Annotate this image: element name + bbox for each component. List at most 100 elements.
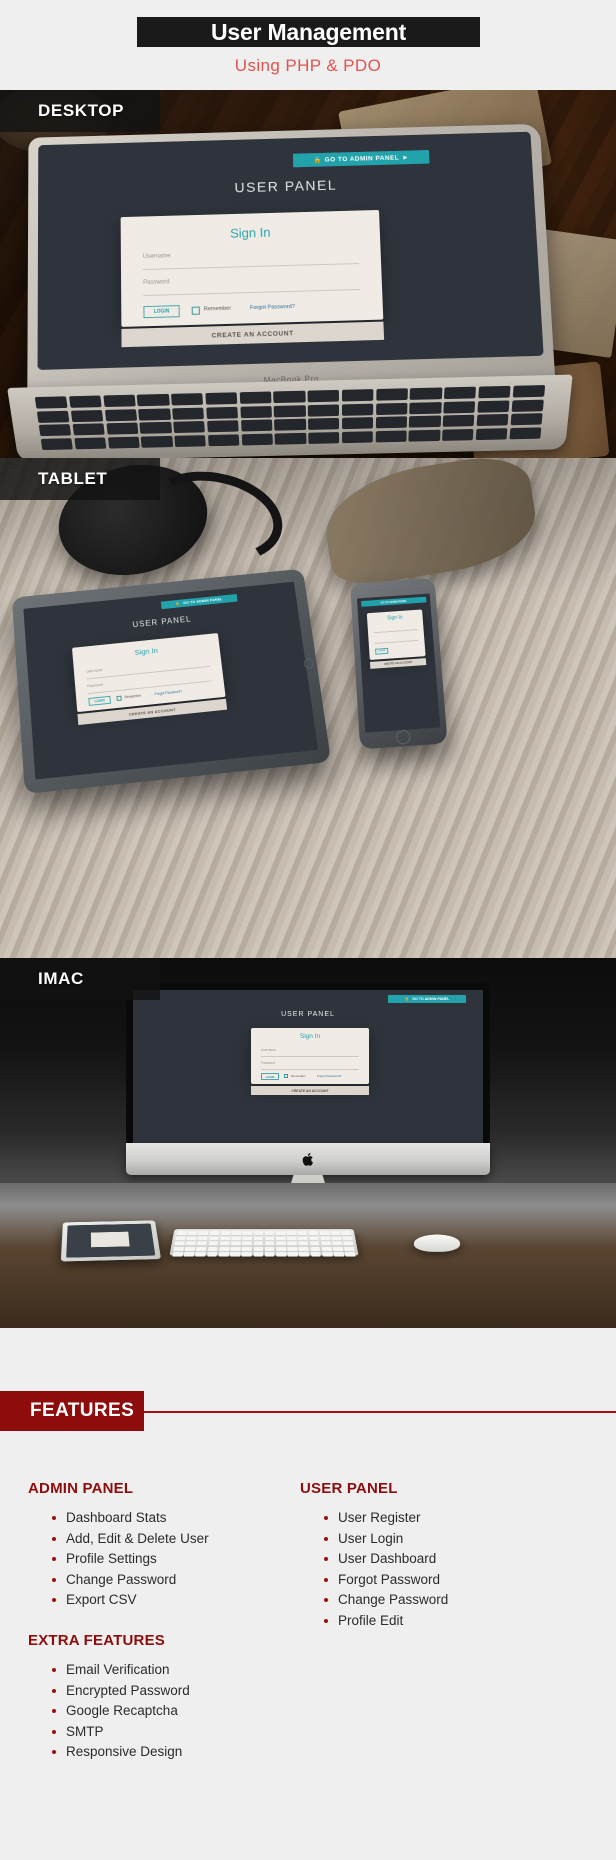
create-account-button-imac[interactable]: CREATE AN ACCOUNT	[251, 1086, 369, 1095]
features-header: FEATURES	[0, 1391, 616, 1431]
list-item: Add, Edit & Delete User	[52, 1529, 298, 1550]
list-item: Profile Edit	[324, 1611, 590, 1632]
login-button[interactable]: LOGIN	[143, 305, 180, 319]
features-divider-line	[144, 1411, 616, 1413]
username-label: Username	[142, 253, 171, 261]
tablet-mockup-scene: 🔒 GO TO ADMIN PANEL USER PANEL Sign In U…	[0, 458, 616, 958]
macbook-lid: 🔒 GO TO ADMIN PANEL ► USER PANEL Sign In…	[27, 123, 556, 406]
go-to-admin-panel-button-imac[interactable]: 🔒 GO TO ADMIN PANEL	[388, 995, 466, 1003]
feature-group-title: EXTRA FEATURES	[28, 1632, 165, 1649]
apple-keyboard-prop	[169, 1229, 359, 1257]
list-item: User Register	[324, 1508, 590, 1529]
page-subtitle: Using PHP & PDO	[234, 56, 382, 75]
forgot-password-link[interactable]: Forgot Password?	[154, 689, 182, 696]
forgot-password-link[interactable]: Forgot Password?	[250, 304, 295, 311]
forgot-password-link[interactable]: Forgot Password?	[317, 1074, 341, 1078]
imac-mockup-scene-top: IMAC 🔒 GO TO ADMIN PANEL USER PANEL Sign…	[0, 958, 616, 1183]
macbook-screen: 🔒 GO TO ADMIN PANEL ► USER PANEL Sign In…	[37, 131, 544, 370]
page-title: User Management	[210, 18, 407, 45]
username-field-group-imac[interactable]: Username	[261, 1048, 359, 1057]
imac-screen: 🔒 GO TO ADMIN PANEL USER PANEL Sign In U…	[133, 990, 483, 1143]
app-screen-imac: 🔒 GO TO ADMIN PANEL USER PANEL Sign In U…	[133, 990, 483, 1143]
imac-stand-neck	[275, 1175, 341, 1183]
username-input-underline-phone[interactable]	[373, 629, 418, 634]
admin-button-label: GO TO ADMIN PANEL	[324, 154, 400, 164]
admin-button-label: GO TO ADMIN PANEL	[380, 599, 407, 605]
username-input-underline[interactable]	[143, 263, 360, 271]
list-item: Google Recaptcha	[52, 1701, 318, 1722]
list-item: Export CSV	[52, 1590, 298, 1611]
lock-icon: 🔒	[175, 601, 181, 606]
ipad-mockup: 🔒 GO TO ADMIN PANEL USER PANEL Sign In U…	[11, 568, 332, 795]
login-button-tablet[interactable]: LOGIN	[88, 695, 112, 706]
username-input-underline[interactable]	[261, 1056, 359, 1057]
list-item: Forgot Password	[324, 1570, 590, 1591]
desk-tablet-prop	[60, 1220, 162, 1262]
list-item: Email Verification	[52, 1660, 318, 1681]
sign-in-heading: Sign In	[229, 224, 271, 241]
infographic-page: User Management Using PHP & PDO 🔒 GO TO …	[0, 0, 616, 1860]
lock-icon: 🔒	[313, 156, 322, 164]
password-field-group[interactable]: Password	[143, 274, 361, 297]
features-section: FEATURES ADMIN PANEL Dashboard Stats Add…	[0, 1328, 616, 1860]
sign-in-heading-phone: Sign In	[386, 614, 403, 622]
go-to-admin-panel-button-tablet[interactable]: 🔒 GO TO ADMIN PANEL	[160, 594, 238, 610]
section-label-tablet-text: TABLET	[38, 469, 108, 488]
login-button-imac[interactable]: LOGIN	[261, 1073, 279, 1080]
login-button-phone[interactable]: LOGIN	[375, 647, 389, 655]
remember-label: Remember	[291, 1074, 306, 1078]
list-item: Change Password	[52, 1570, 298, 1591]
feature-group-extra-features: EXTRA FEATURES Email Verification Encryp…	[28, 1632, 318, 1763]
sign-in-card-imac: Sign In Username Password LOGIN Remember…	[251, 1028, 369, 1084]
imac-mockup: 🔒 GO TO ADMIN PANEL USER PANEL Sign In U…	[126, 983, 490, 1183]
driftwood-prop	[317, 458, 543, 590]
feature-group-user-panel: USER PANEL User Register User Login User…	[300, 1480, 590, 1631]
remember-label: Remember	[203, 305, 232, 313]
username-label: Username	[261, 1048, 276, 1052]
remember-checkbox-imac[interactable]	[284, 1074, 288, 1078]
ipad-screen: 🔒 GO TO ADMIN PANEL USER PANEL Sign In U…	[23, 581, 319, 780]
macbook-mockup: 🔒 GO TO ADMIN PANEL ► USER PANEL Sign In…	[7, 123, 573, 458]
imac-mockup-scene-desk	[0, 1183, 616, 1328]
lock-icon: 🔒	[404, 997, 410, 1001]
desktop-mockup-scene: 🔒 GO TO ADMIN PANEL ► USER PANEL Sign In…	[0, 90, 616, 458]
user-panel-title: USER PANEL	[234, 176, 338, 196]
features-badge: FEATURES	[0, 1391, 144, 1431]
imac-chin	[126, 1143, 490, 1175]
iphone-home-button[interactable]	[395, 729, 411, 745]
title-band: User Management	[137, 17, 480, 47]
apple-logo-icon	[302, 1152, 313, 1166]
feature-group-title: USER PANEL	[300, 1480, 398, 1497]
go-to-admin-panel-button-phone[interactable]: GO TO ADMIN PANEL	[361, 596, 427, 607]
password-input-underline[interactable]	[143, 288, 361, 297]
list-item: Change Password	[324, 1590, 590, 1611]
section-label-tablet: TABLET	[0, 458, 160, 500]
list-item: Encrypted Password	[52, 1681, 318, 1702]
sign-in-card: Sign In Username Password LOGIN Remember…	[120, 209, 384, 327]
iphone-screen: GO TO ADMIN PANEL USER PANEL Sign In LOG…	[356, 593, 441, 733]
imac-bezel: 🔒 GO TO ADMIN PANEL USER PANEL Sign In U…	[126, 983, 490, 1143]
user-panel-title-imac: USER PANEL	[281, 1011, 335, 1018]
password-input-underline[interactable]	[261, 1069, 359, 1070]
admin-button-label: GO TO ADMIN PANEL	[412, 997, 450, 1001]
ipad-home-button[interactable]	[303, 658, 315, 669]
section-label-desktop: DESKTOP	[0, 90, 160, 132]
admin-button-label: GO TO ADMIN PANEL	[183, 597, 223, 606]
remember-checkbox[interactable]	[191, 306, 200, 315]
password-input-underline-phone[interactable]	[374, 639, 419, 644]
username-field-group[interactable]: Username	[142, 248, 360, 271]
remember-checkbox-tablet[interactable]	[116, 695, 122, 702]
go-to-admin-panel-button[interactable]: 🔒 GO TO ADMIN PANEL ►	[292, 149, 430, 168]
app-screen-phone: GO TO ADMIN PANEL USER PANEL Sign In LOG…	[356, 593, 441, 733]
feature-list-admin: Dashboard Stats Add, Edit & Delete User …	[28, 1508, 298, 1611]
password-field-group-imac[interactable]: Password	[261, 1061, 359, 1070]
iphone-mockup: GO TO ADMIN PANEL USER PANEL Sign In LOG…	[350, 577, 448, 750]
create-account-button-phone[interactable]: CREATE AN ACCOUNT	[369, 658, 427, 669]
remember-label: Remember	[124, 693, 142, 700]
app-screen-tablet: 🔒 GO TO ADMIN PANEL USER PANEL Sign In U…	[23, 581, 319, 780]
list-item: User Login	[324, 1529, 590, 1550]
macbook-keyboard	[34, 385, 546, 450]
list-item: Profile Settings	[52, 1549, 298, 1570]
magic-mouse-prop	[413, 1234, 461, 1252]
feature-group-title: ADMIN PANEL	[28, 1480, 134, 1497]
